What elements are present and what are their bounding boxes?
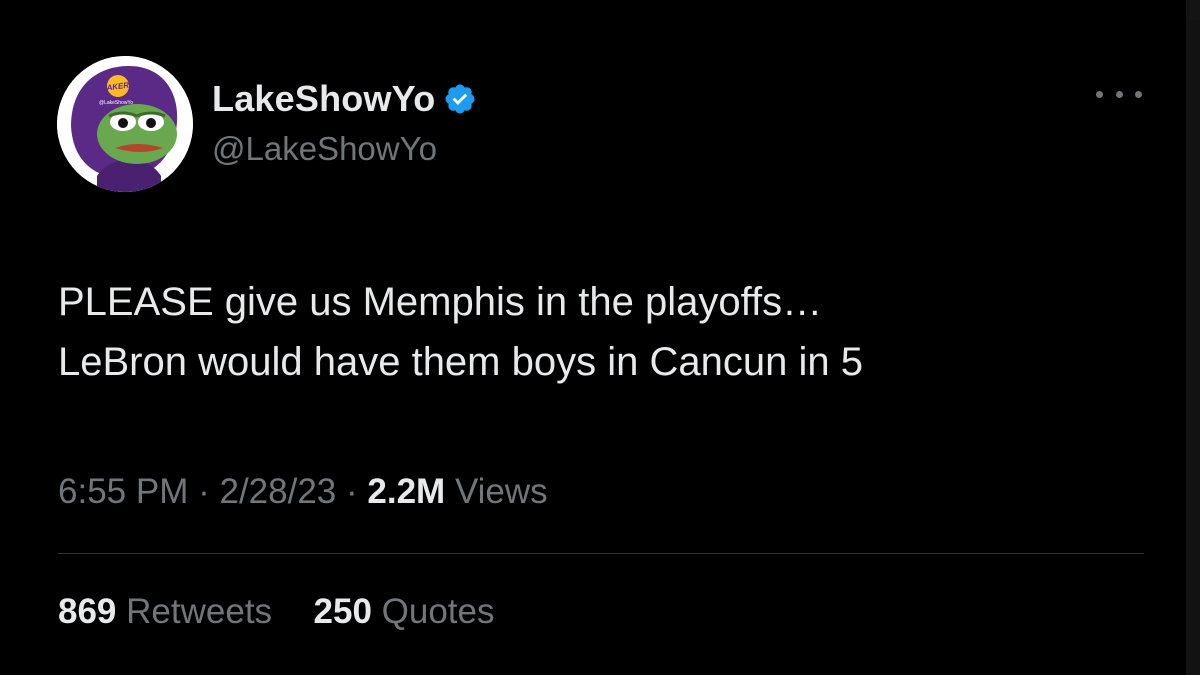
avatar-small-text: @LakeShowYo (99, 100, 133, 106)
avatar[interactable]: LAKERS @LakeShowYo (57, 56, 193, 192)
quotes-link[interactable]: 250 Quotes (314, 592, 495, 631)
more-dot (1096, 90, 1103, 98)
quotes-label: Quotes (381, 592, 495, 631)
more-dot (1115, 90, 1123, 98)
pepe-lakers-hoodie-avatar-icon: LAKERS @LakeShowYo (57, 56, 193, 192)
meta-separator: · (198, 472, 210, 511)
author-name-row: LakeShowYo (212, 78, 477, 120)
tweet-date[interactable]: 2/28/23 (219, 472, 336, 511)
engagement-stats: 869 Retweets 250 Quotes (58, 592, 495, 632)
views-label: Views (454, 472, 548, 511)
right-edge-strip (1186, 20, 1200, 675)
retweets-count: 869 (58, 592, 117, 631)
verified-badge-icon (443, 82, 477, 116)
more-options-icon[interactable] (1096, 82, 1142, 106)
tweet-text-line: PLEASE give us Memphis in the playoffs… (58, 280, 823, 324)
divider (58, 553, 1144, 554)
meta-separator: · (346, 472, 358, 511)
quotes-count: 250 (313, 592, 372, 631)
author-handle[interactable]: @LakeShowYo (212, 130, 437, 168)
more-dot (1135, 90, 1142, 98)
display-name[interactable]: LakeShowYo (212, 78, 435, 120)
views-count: 2.2M (367, 472, 446, 511)
retweets-label: Retweets (126, 592, 273, 631)
tweet-meta: 6:55 PM · 2/28/23 · 2.2M Views (58, 472, 548, 512)
tweet-text-line: LeBron would have them boys in Cancun in… (58, 340, 863, 384)
tweet-time[interactable]: 6:55 PM (58, 472, 188, 511)
tweet-text: PLEASE give us Memphis in the playoffs… … (58, 272, 1138, 392)
retweets-link[interactable]: 869 Retweets (58, 592, 282, 631)
